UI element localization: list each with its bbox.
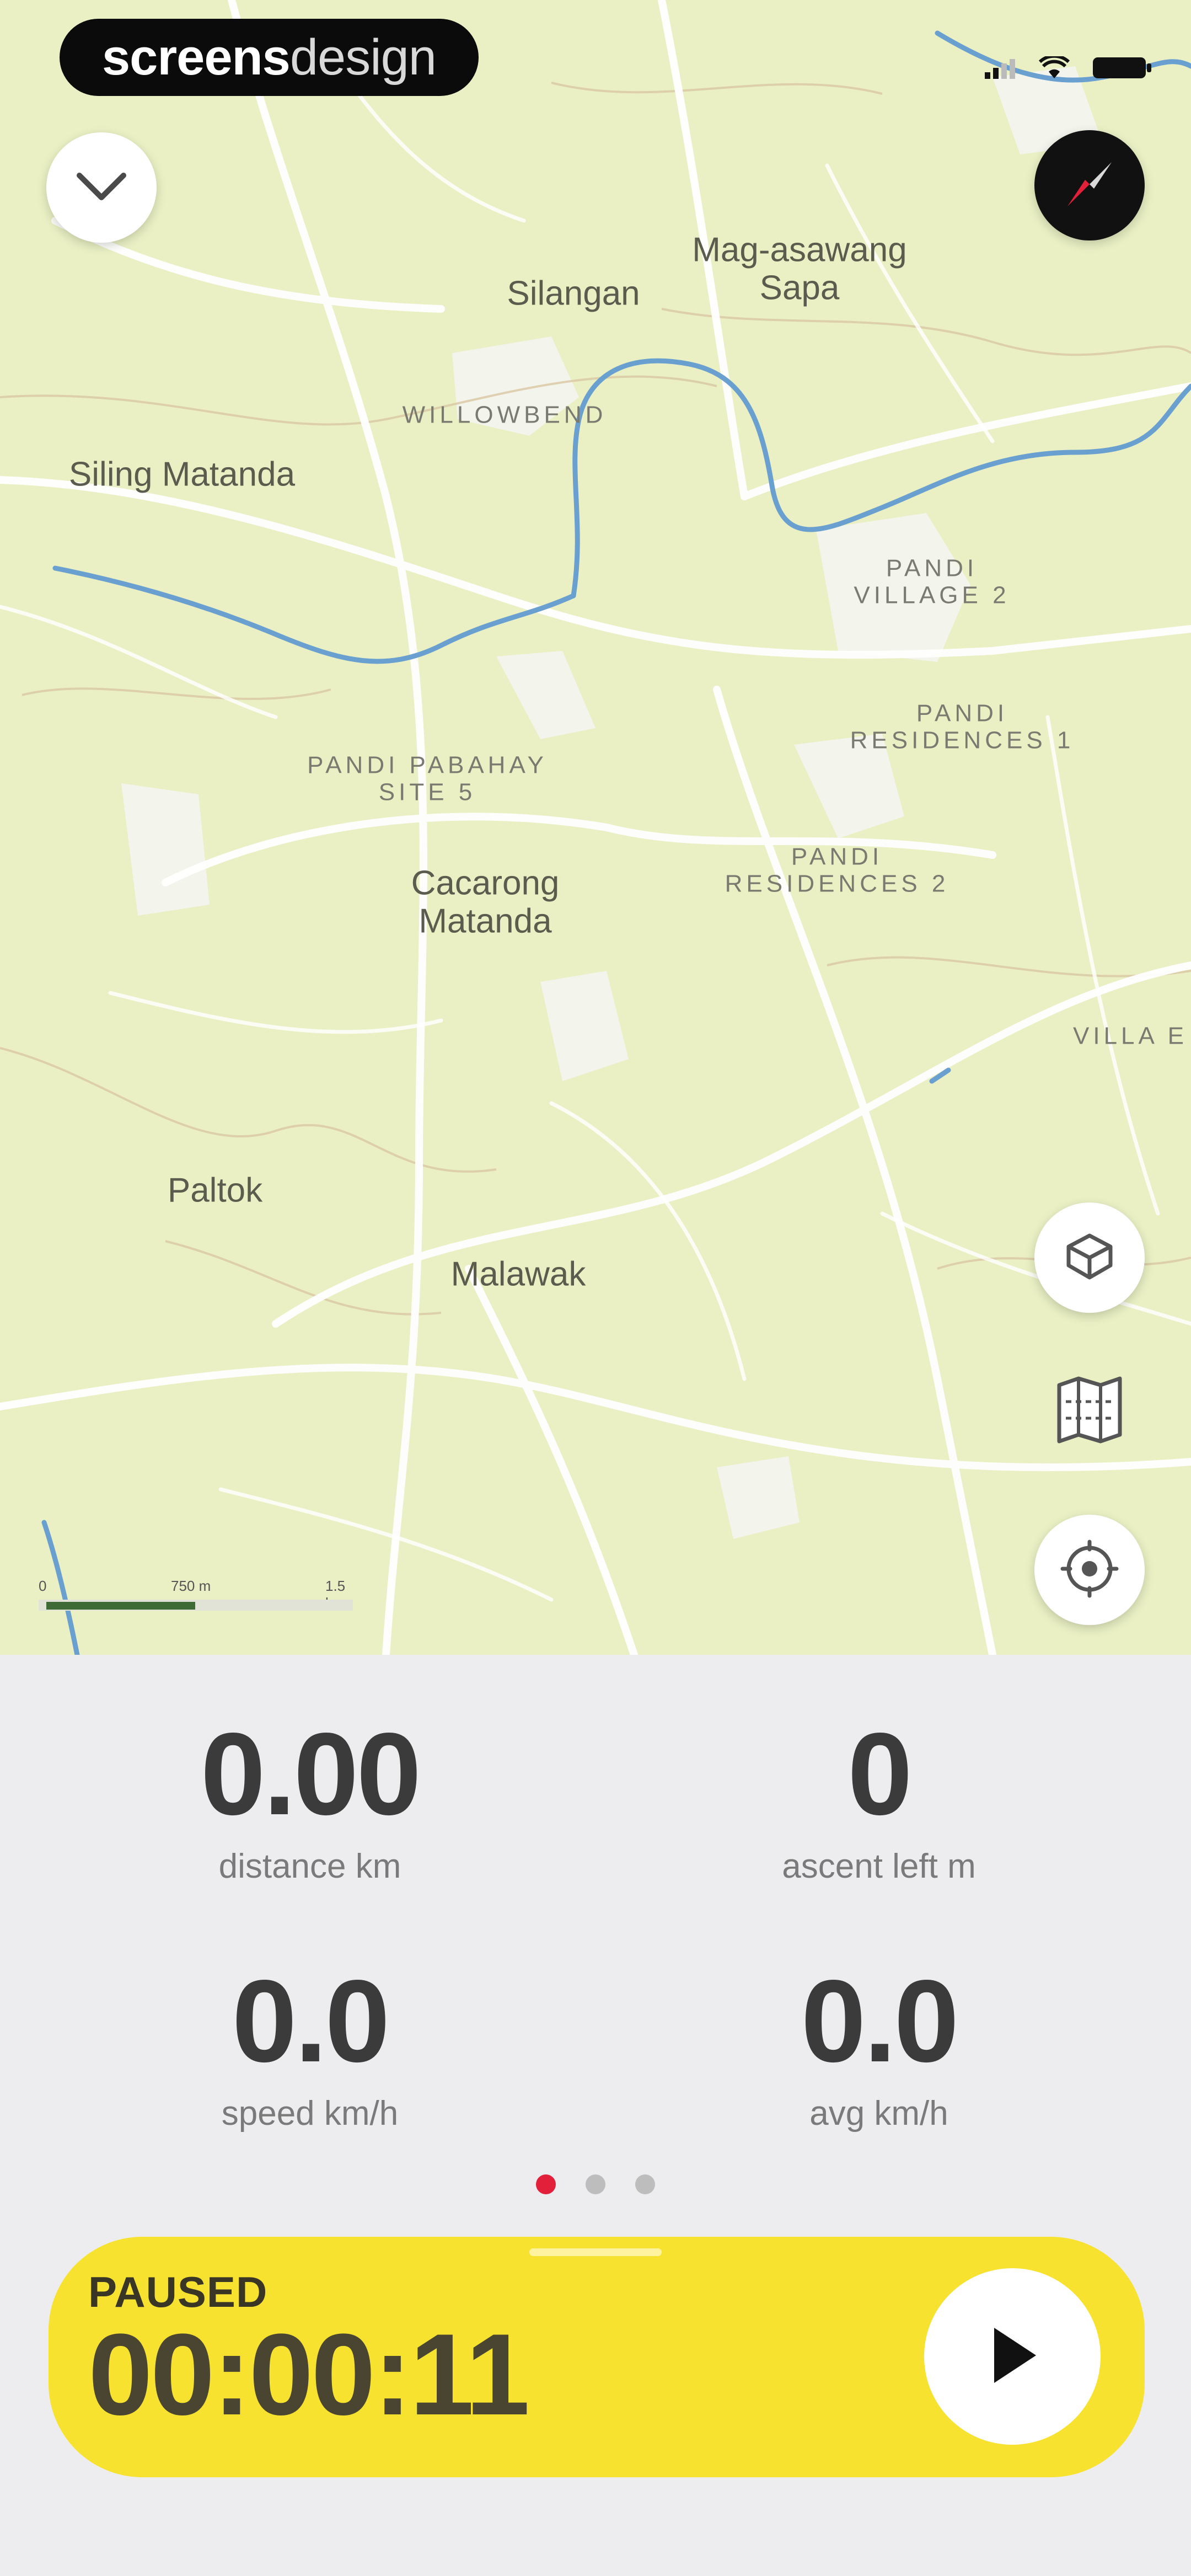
play-button[interactable] (924, 2268, 1101, 2445)
stat-value: 0 (847, 1708, 913, 1839)
compass-button[interactable] (1034, 130, 1145, 241)
map-label-cacarong-matanda: Cacarong Matanda (411, 864, 560, 940)
locate-button[interactable] (1034, 1515, 1145, 1625)
locate-icon (1059, 1538, 1120, 1602)
signal-icon (984, 57, 1017, 82)
map-label-malawak: Malawak (450, 1255, 586, 1294)
map-icon (1054, 1374, 1125, 1449)
brand-watermark: screens design (60, 19, 479, 96)
stat-value: 0.0 (801, 1955, 959, 2086)
map-type-button[interactable] (1034, 1356, 1145, 1466)
map-scale-bar: 0 750 m 1.5 km (39, 1578, 353, 1611)
map-label-willowbend: WILLOWBEND (402, 401, 607, 429)
stat-distance: 0.00 distance km (89, 1715, 530, 1886)
map-label-pandi-village-2: PANDI VILLAGE 2 (854, 554, 1010, 609)
map-label-pandi-pabahay: PANDI PABAHAY SITE 5 (307, 751, 548, 806)
layers-icon (1062, 1229, 1117, 1287)
collapse-button[interactable] (46, 132, 157, 243)
map-label-villa: VILLA E (1072, 1022, 1188, 1050)
page-dot[interactable] (586, 2174, 605, 2194)
brand-light: design (289, 29, 437, 85)
map-label-pandi-residences-1: PANDI RESIDENCES 1 (850, 699, 1075, 754)
stat-label: speed km/h (221, 2094, 399, 2133)
sheet-drag-handle[interactable] (529, 2248, 662, 2256)
map-view[interactable]: Silangan Mag-asawang Sapa WILLOWBEND Sil… (0, 0, 1191, 1655)
page-indicator[interactable] (0, 2174, 1191, 2194)
stat-value: 0.00 (200, 1708, 422, 1839)
stat-label: ascent left m (782, 1847, 976, 1885)
layers-button[interactable] (1034, 1203, 1145, 1313)
map-label-silangan: Silangan (507, 274, 640, 313)
page-dot[interactable] (635, 2174, 655, 2194)
stat-label: avg km/h (809, 2094, 948, 2133)
map-label-pandi-residences-2: PANDI RESIDENCES 2 (725, 843, 949, 897)
page-dot[interactable] (536, 2174, 556, 2194)
map-label-siling-matanda: Siling Matanda (68, 455, 296, 494)
status-bar (984, 54, 1152, 83)
stat-speed: 0.0 speed km/h (89, 1963, 530, 2133)
scale-label-0: 0 (39, 1578, 47, 1594)
stat-ascent-left: 0 ascent left m (658, 1715, 1099, 1886)
battery-icon (1092, 55, 1152, 83)
wifi-icon (1038, 54, 1070, 82)
map-base (0, 0, 1191, 1655)
scale-label-750m: 750 m (171, 1578, 211, 1594)
chevron-down-icon (74, 170, 129, 206)
stat-avg-speed: 0.0 avg km/h (658, 1963, 1099, 2133)
stat-value: 0.0 (232, 1955, 390, 2086)
compass-icon (1056, 151, 1123, 220)
play-icon (982, 2322, 1043, 2391)
map-label-paltok: Paltok (167, 1171, 263, 1210)
stat-label: distance km (218, 1847, 401, 1885)
map-label-mag-asawang-sapa: Mag-asawang Sapa (692, 231, 907, 307)
elapsed-timer: 00:00:11 (88, 2310, 530, 2439)
brand-bold: screens (102, 29, 291, 85)
